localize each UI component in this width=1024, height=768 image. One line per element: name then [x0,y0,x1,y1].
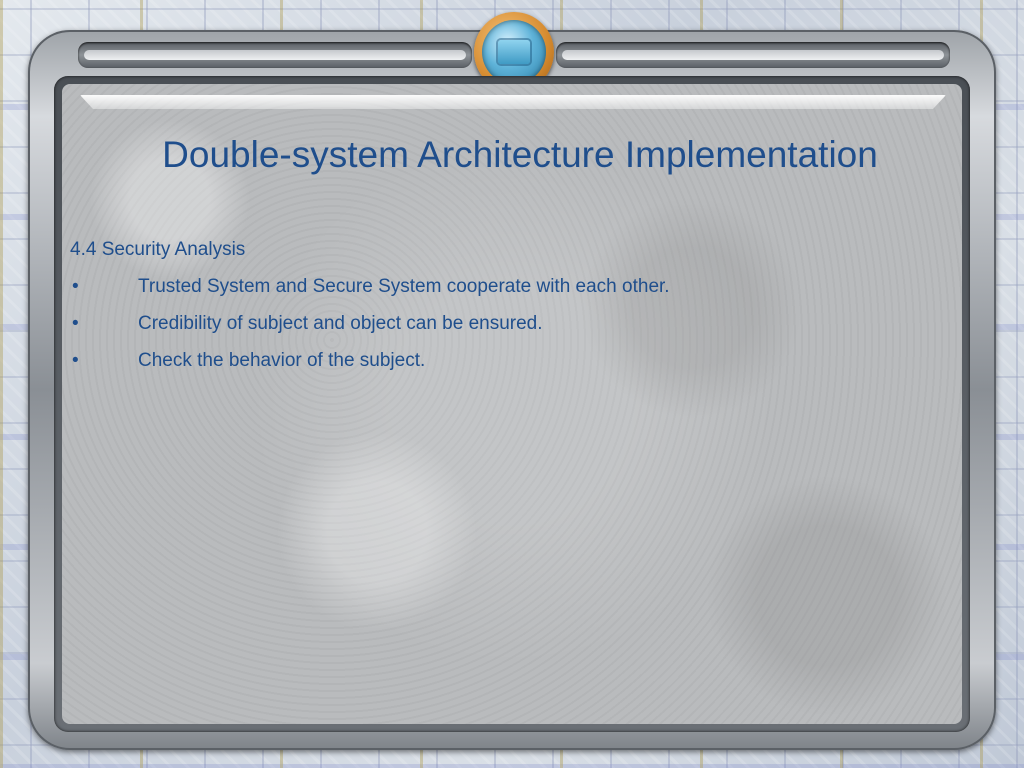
content-panel [62,84,962,724]
bullet-icon: • [72,313,79,334]
bullet-text: Check the behavior of the subject. [138,350,426,371]
slide-title: Double-system Architecture Implementatio… [162,134,878,175]
bullet-text: Credibility of subject and object can be… [138,313,543,334]
bullet-icon: • [72,350,79,371]
bullet-item: • Check the behavior of the subject. [70,349,950,373]
bullet-item: • Credibility of subject and object can … [70,312,950,336]
bullet-text: Trusted System and Secure System coopera… [138,276,670,297]
slide: Double-system Architecture Implementatio… [0,0,1024,768]
frame-top-groove-right [556,42,950,68]
frame-top-groove-left [78,42,472,68]
slide-body: 4.4 Security Analysis • Trusted System a… [70,238,950,386]
bullet-item: • Trusted System and Secure System coope… [70,275,950,299]
emblem-chip [498,40,530,64]
bullet-list: • Trusted System and Secure System coope… [70,275,950,373]
panel-gloss-highlight [80,95,946,109]
bullet-icon: • [72,276,79,297]
section-heading: 4.4 Security Analysis [70,239,246,260]
